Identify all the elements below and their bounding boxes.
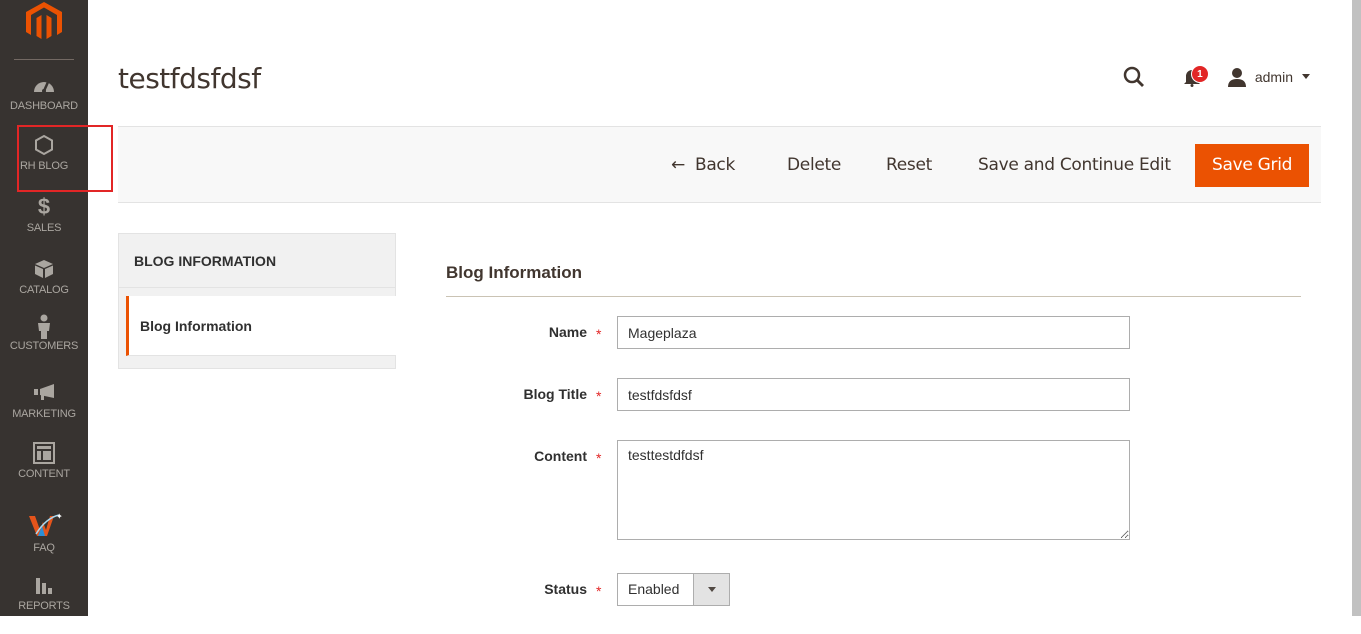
blog-title-input[interactable]	[617, 378, 1130, 411]
search-icon	[1123, 66, 1144, 87]
notifications-button[interactable]: 1	[1179, 62, 1209, 92]
sidebar-item-content[interactable]: CONTENT	[0, 442, 88, 502]
content-textarea[interactable]: testtestdfdsf	[617, 440, 1130, 540]
sidebar-item-rh-blog[interactable]: RH BLOG	[0, 134, 88, 194]
header-actions: 1 admin	[1121, 62, 1311, 92]
required-marker: *	[596, 388, 602, 404]
faq-logo-icon: ✦	[0, 512, 88, 540]
delete-button[interactable]: Delete	[787, 144, 841, 187]
svg-text:✦: ✦	[56, 512, 62, 521]
layout-icon	[0, 442, 88, 466]
admin-username: admin	[1254, 69, 1293, 85]
save-and-continue-button[interactable]: Save and Continue Edit	[978, 144, 1171, 187]
sidebar-item-customers[interactable]: CUSTOMERS	[0, 314, 88, 374]
name-label: Name	[548, 324, 587, 340]
sidebar-item-dashboard[interactable]: DASHBOARD	[0, 74, 88, 134]
back-button[interactable]: ← Back	[671, 144, 735, 187]
caret-down-icon	[707, 587, 716, 592]
page-actions-toolbar: ← Back Delete Reset Save and Continue Edi…	[118, 126, 1321, 203]
fieldset-title: Blog Information	[446, 263, 582, 282]
sidebar-item-catalog[interactable]: CATALOG	[0, 258, 88, 318]
tab-blog-information[interactable]: Blog Information	[126, 296, 396, 356]
page-scrollbar[interactable]	[1352, 0, 1361, 616]
content-label: Content	[534, 448, 587, 464]
required-marker: *	[596, 326, 602, 342]
blog-title-label: Blog Title	[523, 386, 587, 402]
required-marker: *	[596, 450, 602, 466]
user-icon	[1227, 68, 1246, 87]
caret-down-icon	[1302, 74, 1310, 79]
select-arrow[interactable]	[693, 574, 729, 605]
sidebar-item-faq[interactable]: ✦ FAQ	[0, 512, 88, 572]
fieldset-divider	[446, 296, 1301, 297]
person-icon	[0, 314, 88, 339]
bar-chart-icon	[0, 574, 88, 598]
magento-logo-icon[interactable]	[26, 2, 62, 42]
admin-sidebar: DASHBOARD RH BLOG $ SALES CATALOG CUSTOM…	[0, 0, 88, 616]
dollar-icon: $	[37, 194, 51, 219]
status-select[interactable]: Enabled	[617, 573, 730, 606]
hexagon-icon	[0, 134, 88, 158]
page-title: testfdsfdsf	[118, 62, 261, 95]
sidebar-item-sales[interactable]: $ SALES	[0, 196, 88, 256]
dashboard-icon	[0, 74, 88, 98]
form-tabs-panel: BLOG INFORMATION Blog Information	[118, 233, 396, 369]
sidebar-item-marketing[interactable]: MARKETING	[0, 382, 88, 442]
status-selected-value: Enabled	[628, 581, 680, 597]
required-marker: *	[596, 583, 602, 599]
arrow-left-icon: ←	[671, 155, 685, 175]
tabs-title: BLOG INFORMATION	[119, 234, 395, 288]
status-label: Status	[544, 581, 587, 597]
global-search-button[interactable]	[1121, 62, 1147, 92]
box-icon	[0, 258, 88, 282]
admin-user-menu[interactable]: admin	[1227, 67, 1311, 87]
name-input[interactable]	[617, 316, 1130, 349]
sidebar-item-reports[interactable]: REPORTS	[0, 574, 88, 634]
save-grid-button[interactable]: Save Grid	[1195, 144, 1310, 187]
megaphone-icon	[0, 382, 88, 406]
sidebar-divider	[14, 59, 74, 60]
reset-button[interactable]: Reset	[886, 144, 932, 187]
notifications-count-badge: 1	[1190, 65, 1209, 83]
